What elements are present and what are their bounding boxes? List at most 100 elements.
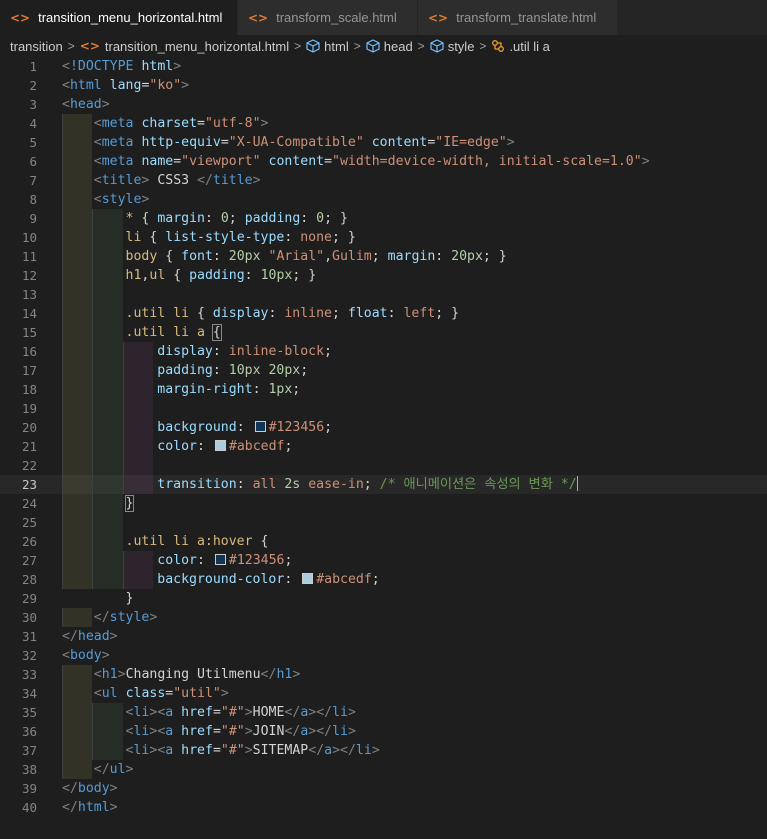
tab-transform-scale[interactable]: <> transform_scale.html [238,0,418,35]
code-text: color: #abcedf; [157,439,293,454]
breadcrumb-head[interactable]: head [366,39,413,54]
element-cube-icon [430,39,444,53]
text-cursor [576,476,578,491]
indent-guide [92,513,94,532]
line-number: 34 [21,686,37,701]
line-number: 29 [21,591,37,606]
code-line[interactable]: 25 [0,513,767,532]
code-line[interactable]: 22 [0,456,767,475]
code-line[interactable]: 36 <li><a href="#">JOIN</a></li> [0,722,767,741]
code-line[interactable]: 14 .util li { display: inline; float: le… [0,304,767,323]
code-text: } [62,494,135,513]
code-line[interactable]: 21 color: #abcedf; [0,437,767,456]
line-number: 17 [21,363,37,378]
code-line[interactable]: 34 <ul class="util"> [0,684,767,703]
code-line[interactable]: 8 <style> [0,190,767,209]
code-line[interactable]: 9 * { margin: 0; padding: 0; } [0,209,767,228]
code-line[interactable]: 32 <body> [0,646,767,665]
tab-transition-menu-horizontal[interactable]: <> transition_menu_horizontal.html [0,0,238,35]
code-text: <head> [62,97,110,112]
indent-guide [62,285,63,304]
indent-rainbow-band [62,513,93,532]
tab-transform-translate[interactable]: <> transform_translate.html [418,0,618,35]
code-line[interactable]: 26 .util li a:hover { [0,532,767,551]
breadcrumb-folder[interactable]: transition [10,39,63,54]
code-line[interactable]: 15 .util li a { [0,323,767,342]
indent-guide [122,399,124,418]
code-text: * { margin: 0; padding: 0; } [125,211,348,226]
code-line[interactable]: 38 </ul> [0,760,767,779]
code-line[interactable]: 33 <h1>Changing Utilmenu</h1> [0,665,767,684]
code-line[interactable]: 39 </body> [0,779,767,798]
code-line[interactable]: 1 <!DOCTYPE html> [0,57,767,76]
line-number: 8 [29,192,37,207]
breadcrumb-style[interactable]: style [430,39,474,54]
code-line[interactable]: 35 <li><a href="#">HOME</a></li> [0,703,767,722]
bracket-match: } [124,495,135,512]
code-line[interactable]: 29 } [0,589,767,608]
line-number: 36 [21,724,37,739]
line-number: 2 [29,78,37,93]
line-number: 26 [21,534,37,549]
indent-guide [122,456,124,475]
code-line[interactable]: 2 <html lang="ko"> [0,76,767,95]
code-line[interactable]: 30 </style> [0,608,767,627]
code-line[interactable]: 27 color: #123456; [0,551,767,570]
code-line[interactable]: 19 [0,399,767,418]
line-number: 9 [29,211,37,226]
color-swatch-icon[interactable] [214,440,226,451]
code-text: </html> [62,800,118,815]
element-cube-icon [306,39,320,53]
line-number: 31 [21,629,37,644]
color-swatch-icon[interactable] [302,573,314,584]
code-line[interactable]: 20 background: #123456; [0,418,767,437]
code-editor[interactable]: 1 <!DOCTYPE html> 2 <html lang="ko"> 3 <head>… [0,57,767,839]
breadcrumb-html[interactable]: html [306,39,349,54]
breadcrumb-selector[interactable]: .util li a [491,39,550,54]
color-swatch-icon[interactable] [254,421,266,432]
element-cube-icon [366,39,380,53]
line-number: 5 [29,135,37,150]
line-number: 22 [21,458,37,473]
indent-guide [62,513,63,532]
indent-guide [62,456,63,475]
line-number: 27 [21,553,37,568]
code-line[interactable]: 37 <li><a href="#">SITEMAP</a></li> [0,741,767,760]
code-line[interactable]: 5 <meta http-equiv="X-UA-Compatible" con… [0,133,767,152]
code-line[interactable]: 7 <title> CSS3 </title> [0,171,767,190]
code-text: <html lang="ko"> [62,78,190,93]
color-swatch-icon[interactable] [214,554,226,565]
html-file-icon: <> [79,39,100,53]
code-text: <style> [93,192,150,207]
code-text: <meta charset="utf-8"> [93,116,269,131]
code-text: <meta http-equiv="X-UA-Compatible" conte… [93,135,515,150]
line-number: 7 [29,173,37,188]
code-line[interactable]: 28 background-color: #abcedf; [0,570,767,589]
code-line[interactable]: 18 margin-right: 1px; [0,380,767,399]
code-line[interactable]: 31 </head> [0,627,767,646]
code-line[interactable]: 12 h1,ul { padding: 10px; } [0,266,767,285]
code-line[interactable]: 16 display: inline-block; [0,342,767,361]
code-line[interactable]: 13 [0,285,767,304]
line-number: 21 [21,439,37,454]
code-line[interactable]: 10 li { list-style-type: none; } [0,228,767,247]
code-text: } [62,591,134,606]
breadcrumb-file[interactable]: <> transition_menu_horizontal.html [80,39,289,54]
code-line[interactable]: 4 <meta charset="utf-8"> [0,114,767,133]
code-line[interactable]: 23 transition: all 2s ease-in; /* 애니메이션은… [0,475,767,494]
code-text: <!DOCTYPE html> [62,59,182,74]
code-line[interactable]: 17 padding: 10px 20px; [0,361,767,380]
chevron-right-icon: > [294,39,302,53]
code-line[interactable]: 40 </html> [0,798,767,817]
code-text: margin-right: 1px; [157,382,301,397]
line-number: 30 [21,610,37,625]
code-line[interactable]: 6 <meta name="viewport" content="width=d… [0,152,767,171]
code-line[interactable]: 3 <head> [0,95,767,114]
indent-rainbow-band [62,399,93,418]
line-number: 24 [21,496,37,511]
code-line[interactable]: 24 } [0,494,767,513]
code-text: <body> [62,648,110,663]
code-line[interactable]: 11 body { font: 20px "Arial",Gulim; marg… [0,247,767,266]
code-text: padding: 10px 20px; [157,363,309,378]
code-text: body { font: 20px "Arial",Gulim; margin:… [125,249,507,264]
